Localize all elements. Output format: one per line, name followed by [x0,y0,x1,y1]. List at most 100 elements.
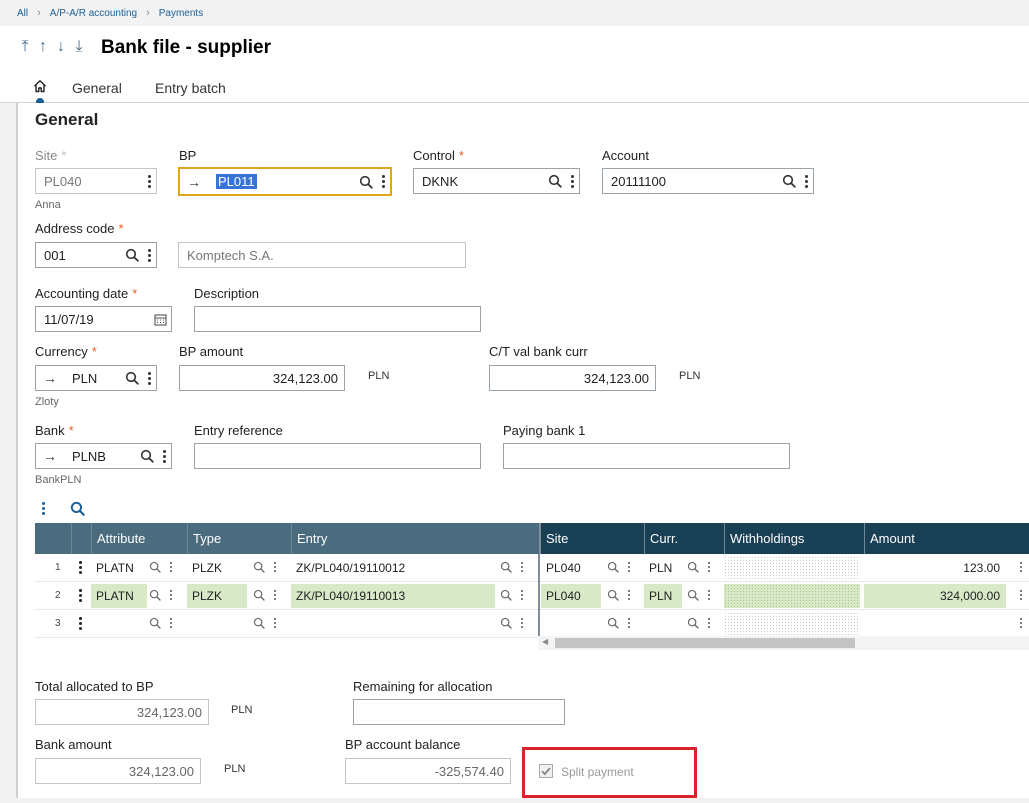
cell-type[interactable]: PLZK [187,556,247,580]
more-icon[interactable] [707,560,711,574]
more-icon[interactable] [273,616,277,630]
search-icon[interactable] [122,243,142,267]
tab-general[interactable]: General [72,80,122,96]
scrollbar-thumb[interactable] [555,638,855,648]
cell-curr[interactable] [644,612,682,636]
cell-attribute[interactable] [91,612,147,636]
cell-withholdings[interactable] [724,556,860,580]
accounting-date-field[interactable]: 11/07/19 [35,306,172,332]
more-icon[interactable] [169,560,173,574]
search-icon[interactable] [253,588,265,602]
cell-entry[interactable]: ZK/PL040/19110013 [291,584,495,608]
more-icon[interactable] [142,243,156,267]
column-curr[interactable]: Curr. [644,523,724,554]
description-input[interactable] [194,306,481,332]
column-site[interactable]: Site [539,523,644,554]
entry-reference-input[interactable] [194,443,481,469]
more-icon[interactable] [273,560,277,574]
more-icon[interactable] [565,169,579,193]
more-icon[interactable] [520,616,524,630]
cell-site[interactable]: PL040 [541,556,601,580]
table-row[interactable]: 1 PLATN PLZK ZK/PL040/19110012 PL040 PLN… [35,554,1029,582]
cell-entry[interactable] [291,612,495,636]
grid-more-icon[interactable] [40,502,46,516]
arrow-right-icon[interactable]: → [36,448,64,464]
breadcrumb-ap-ar[interactable]: A/P-A/R accounting [50,8,137,19]
more-icon[interactable] [707,616,711,630]
breadcrumb-payments[interactable]: Payments [159,8,203,19]
cell-withholdings[interactable] [724,584,860,608]
search-icon[interactable] [149,616,161,630]
tab-entry-batch[interactable]: Entry batch [155,80,226,96]
search-icon[interactable] [149,560,161,574]
more-icon[interactable] [1019,616,1023,630]
search-icon[interactable] [500,616,512,630]
table-row[interactable]: 3 [35,610,1029,638]
search-icon[interactable] [253,560,265,574]
column-attribute[interactable]: Attribute [91,523,187,554]
table-row[interactable]: 2 PLATN PLZK ZK/PL040/19110013 PL040 PLN… [35,582,1029,610]
more-icon[interactable] [627,616,631,630]
more-icon[interactable] [157,444,171,468]
cell-site[interactable] [541,612,601,636]
cell-amount[interactable]: 324,000.00 [864,584,1006,608]
more-icon[interactable] [1019,588,1023,602]
column-entry[interactable]: Entry [291,523,539,554]
home-icon[interactable] [33,79,47,93]
search-icon[interactable] [356,169,376,194]
cell-entry[interactable]: ZK/PL040/19110012 [291,556,495,580]
account-field[interactable]: 20111100 [602,168,814,194]
search-icon[interactable] [687,588,699,602]
cell-amount[interactable]: 123.00 [864,556,1006,580]
row-menu-icon[interactable] [78,588,82,602]
search-icon[interactable] [687,560,699,574]
row-menu-icon[interactable] [78,616,82,630]
more-icon[interactable] [707,588,711,602]
row-menu-icon[interactable] [78,560,82,574]
more-icon[interactable] [627,560,631,574]
more-icon[interactable] [1019,560,1023,574]
search-icon[interactable] [500,560,512,574]
address-code-field[interactable]: 001 [35,242,157,268]
control-field[interactable]: DKNK [413,168,580,194]
more-icon[interactable] [376,169,390,194]
arrow-up-icon[interactable]: ↑ [36,38,50,56]
scroll-left-icon[interactable]: ◀ [542,637,548,646]
arrow-right-icon[interactable]: → [180,174,208,190]
column-amount[interactable]: Amount [864,523,1029,554]
more-icon[interactable] [520,588,524,602]
cell-attribute[interactable]: PLATN [91,556,147,580]
horizontal-scrollbar[interactable]: ◀ [538,636,1029,650]
bank-field[interactable]: → PLNB [35,443,172,469]
search-icon[interactable] [607,588,619,602]
search-icon[interactable] [137,444,157,468]
cell-amount[interactable] [864,612,1006,636]
search-icon[interactable] [122,366,142,390]
search-icon[interactable] [253,616,265,630]
arrow-right-icon[interactable]: → [36,370,64,386]
search-icon[interactable] [779,169,799,193]
more-icon[interactable] [273,588,277,602]
cell-withholdings[interactable] [724,612,860,636]
cell-type[interactable] [187,612,247,636]
cell-type[interactable]: PLZK [187,584,247,608]
search-icon[interactable] [687,616,699,630]
grid-search-icon[interactable] [70,501,85,516]
ct-val-field[interactable]: 324,123.00 [489,365,656,391]
more-icon[interactable] [169,616,173,630]
bp-amount-field[interactable]: 324,123.00 [179,365,345,391]
breadcrumb-all[interactable]: All [17,8,28,19]
arrow-down-icon[interactable]: ↓ [54,38,68,56]
more-icon[interactable] [142,169,156,193]
more-icon[interactable] [799,169,813,193]
search-icon[interactable] [500,588,512,602]
bp-field[interactable]: → PL011 [178,167,392,196]
search-icon[interactable] [149,588,161,602]
search-icon[interactable] [607,616,619,630]
column-withholdings[interactable]: Withholdings [724,523,864,554]
search-icon[interactable] [545,169,565,193]
split-payment-checkbox[interactable] [539,764,553,778]
column-type[interactable]: Type [187,523,291,554]
currency-field[interactable]: → PLN [35,365,157,391]
cell-attribute[interactable]: PLATN [91,584,147,608]
